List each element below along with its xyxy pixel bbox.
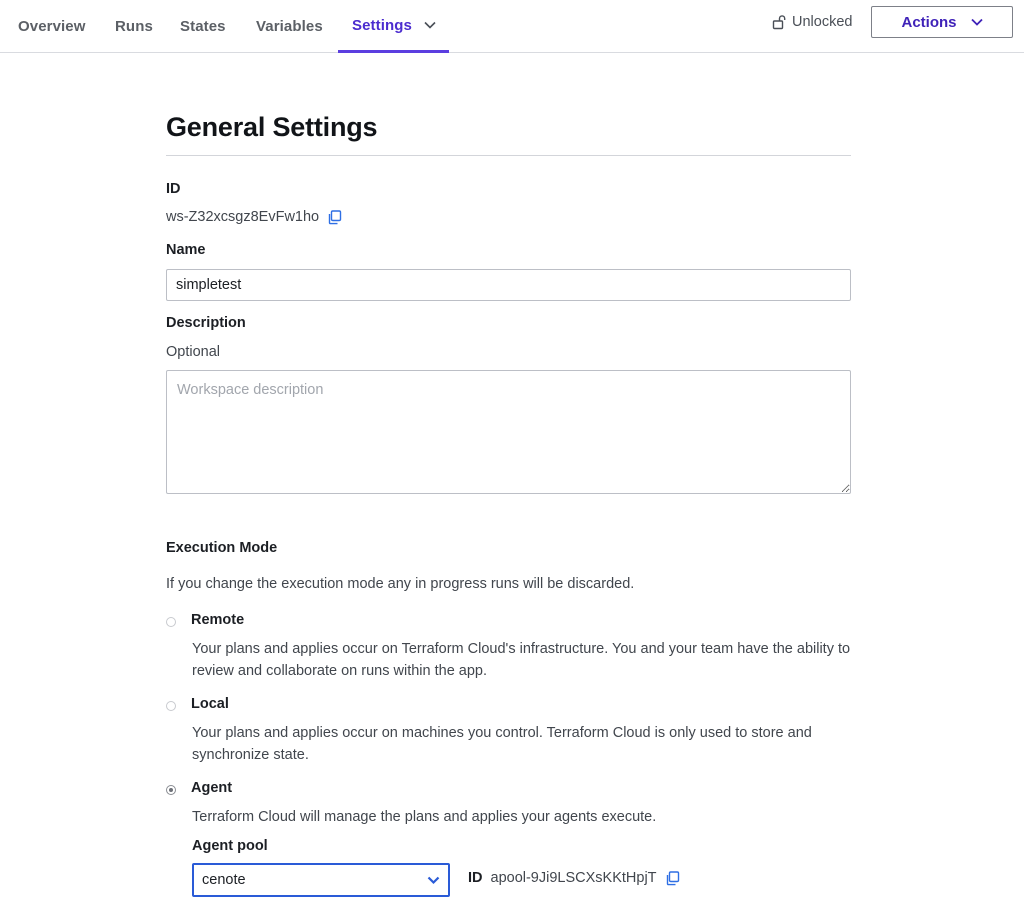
workspace-id: ws-Z32xcsgz8EvFw1ho <box>166 209 342 225</box>
id-label: ID <box>166 181 181 197</box>
page-title: General Settings <box>166 112 378 142</box>
copy-icon[interactable] <box>327 209 342 225</box>
chevron-down-icon <box>424 21 436 29</box>
tab-variables[interactable]: Variables <box>256 0 323 53</box>
option-remote-title: Remote <box>191 612 245 628</box>
tab-variables-label: Variables <box>256 18 323 35</box>
lock-status-label: Unlocked <box>792 14 853 30</box>
option-agent-description: Terraform Cloud will manage the plans an… <box>192 809 657 825</box>
agent-pool-id-value: apool-9Ji9LSCXsKKtHpjT <box>490 870 657 886</box>
unlock-icon <box>772 14 786 30</box>
description-label: Description <box>166 315 246 331</box>
agent-pool-label: Agent pool <box>192 838 268 854</box>
radio-local[interactable] <box>166 701 176 711</box>
tab-settings-label: Settings <box>352 16 412 34</box>
execution-mode-warning: If you change the execution mode any in … <box>166 576 635 592</box>
tab-overview-label: Overview <box>18 18 86 35</box>
option-local-title: Local <box>191 696 229 712</box>
radio-agent[interactable] <box>166 785 176 795</box>
actions-button-label: Actions <box>901 13 957 31</box>
actions-button[interactable]: Actions <box>871 6 1013 38</box>
workspace-id-value: ws-Z32xcsgz8EvFw1ho <box>166 209 320 225</box>
chevron-down-icon <box>427 876 440 885</box>
option-remote-description: Your plans and applies occur on Terrafor… <box>192 641 851 679</box>
name-label: Name <box>166 242 206 258</box>
copy-icon[interactable] <box>665 870 680 886</box>
execution-mode-label: Execution Mode <box>166 540 278 556</box>
name-field[interactable] <box>166 269 851 301</box>
radio-remote[interactable] <box>166 617 176 627</box>
agent-pool-select[interactable]: cenote <box>192 863 450 897</box>
workspace-nav: Overview Runs States Variables Settings … <box>0 0 1024 53</box>
description-field[interactable] <box>166 370 851 494</box>
lock-status[interactable]: Unlocked <box>772 12 852 32</box>
chevron-down-icon <box>970 18 983 26</box>
tab-states-label: States <box>180 18 226 35</box>
tab-settings[interactable]: Settings <box>338 0 449 53</box>
tab-runs-label: Runs <box>115 18 153 35</box>
tab-runs[interactable]: Runs <box>115 0 153 53</box>
agent-pool-selected: cenote <box>202 872 246 888</box>
agent-pool-id: ID apool-9Ji9LSCXsKKtHpjT <box>468 870 680 886</box>
title-divider <box>166 155 851 156</box>
tab-states[interactable]: States <box>180 0 226 53</box>
description-hint: Optional <box>166 344 221 360</box>
option-local-description: Your plans and applies occur on machines… <box>192 725 812 763</box>
tab-overview[interactable]: Overview <box>18 0 86 53</box>
option-agent-title: Agent <box>191 780 233 796</box>
agent-pool-id-label: ID <box>468 870 483 886</box>
